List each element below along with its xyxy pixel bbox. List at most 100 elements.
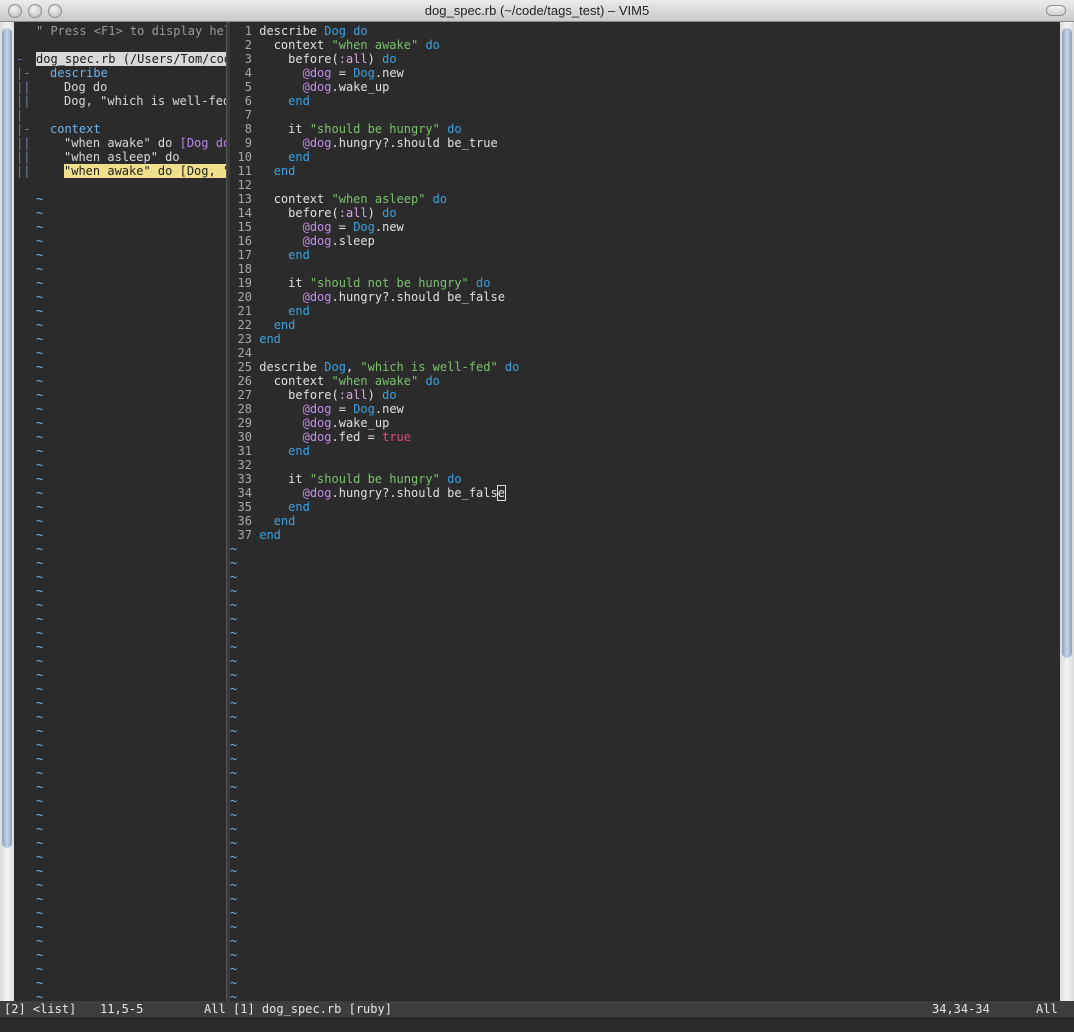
- code-line[interactable]: 9 @dog.hungry?.should be_true: [230, 136, 498, 150]
- code-text: end: [288, 500, 310, 514]
- code-text: end: [288, 150, 310, 164]
- fold-marker: ||: [16, 136, 31, 150]
- code-line[interactable]: 11 end: [230, 164, 296, 178]
- vim-editor[interactable]: " Press <F1> to display hel - dog_spec.r…: [14, 22, 1060, 1008]
- empty-line-tilde: ~: [36, 850, 44, 864]
- empty-line-tilde: ~: [230, 906, 238, 920]
- code-line[interactable]: 1 describe Dog do: [230, 24, 368, 38]
- line-number: 32: [237, 458, 252, 472]
- code-line[interactable]: 33 it "should be hungry" do: [230, 472, 462, 486]
- code-line[interactable]: 14 before(:all) do: [230, 206, 397, 220]
- taglist-selected-tag-item[interactable]: "when awake" do [Dog, ": [64, 164, 226, 178]
- code-line[interactable]: 2 context "when awake" do: [230, 38, 440, 52]
- empty-line-tilde: ~: [230, 654, 238, 668]
- code-line[interactable]: 3 before(:all) do: [230, 52, 397, 66]
- code-line[interactable]: 12: [230, 178, 259, 192]
- empty-line-tilde: ~: [36, 388, 44, 402]
- right-scrollbar-thumb[interactable]: [1062, 28, 1072, 658]
- line-number: 10: [237, 150, 252, 164]
- code-line[interactable]: 35 end: [230, 500, 310, 514]
- code-line[interactable]: 21 end: [230, 304, 310, 318]
- code-line[interactable]: 25 describe Dog, "which is well-fed" do: [230, 360, 520, 374]
- taglist-tag-item[interactable]: Dog, "which is well-fed: [64, 94, 226, 108]
- taglist-tag-item[interactable]: "when awake" do [Dog do: [64, 136, 226, 150]
- right-scrollbar[interactable]: [1060, 22, 1074, 1008]
- fold-marker: ||: [16, 80, 31, 94]
- taglist-file-header[interactable]: dog_spec.rb (/Users/Tom/cod: [36, 52, 226, 66]
- empty-line-tilde: ~: [36, 262, 44, 276]
- line-number: 6: [244, 94, 252, 108]
- taglist-scroll-position: All: [204, 1002, 226, 1016]
- code-line[interactable]: 18: [230, 262, 259, 276]
- code-line[interactable]: 10 end: [230, 150, 310, 164]
- window-title: dog_spec.rb (~/code/tags_test) – VIM5: [424, 3, 650, 18]
- code-text: it "should not be hungry" do: [288, 276, 491, 290]
- code-line[interactable]: 24: [230, 346, 259, 360]
- line-number: 8: [244, 122, 252, 136]
- code-line[interactable]: 6 end: [230, 94, 310, 108]
- code-line[interactable]: 22 end: [230, 318, 296, 332]
- code-line[interactable]: 31 end: [230, 444, 310, 458]
- empty-line-tilde: ~: [36, 290, 44, 304]
- code-line[interactable]: 16 @dog.sleep: [230, 234, 375, 248]
- empty-line-tilde: ~: [36, 472, 44, 486]
- left-scrollbar[interactable]: [0, 22, 14, 1008]
- code-line[interactable]: 30 @dog.fed = true: [230, 430, 411, 444]
- code-line[interactable]: 37 end: [230, 528, 281, 542]
- code-line[interactable]: 15 @dog = Dog.new: [230, 220, 404, 234]
- line-number: 33: [237, 472, 252, 486]
- empty-line-tilde: ~: [230, 864, 238, 878]
- empty-line-tilde: ~: [36, 892, 44, 906]
- empty-line-tilde: ~: [36, 276, 44, 290]
- code-line[interactable]: 34 @dog.hungry?.should be_false: [230, 485, 506, 501]
- code-line[interactable]: 27 before(:all) do: [230, 388, 397, 402]
- code-text: context "when awake" do: [273, 374, 440, 388]
- empty-line-tilde: ~: [36, 514, 44, 528]
- code-line[interactable]: 19 it "should not be hungry" do: [230, 276, 491, 290]
- line-number: 11: [237, 164, 252, 178]
- code-line[interactable]: 17 end: [230, 248, 310, 262]
- empty-line-tilde: ~: [230, 948, 238, 962]
- empty-line-tilde: ~: [36, 556, 44, 570]
- line-number: 26: [237, 374, 252, 388]
- code-line[interactable]: 29 @dog.wake_up: [230, 416, 390, 430]
- empty-line-tilde: ~: [36, 794, 44, 808]
- toolbar-toggle-button[interactable]: [1046, 5, 1066, 16]
- empty-line-tilde: ~: [230, 976, 238, 990]
- code-line[interactable]: 8 it "should be hungry" do: [230, 122, 462, 136]
- left-scrollbar-thumb[interactable]: [2, 28, 12, 848]
- empty-line-tilde: ~: [36, 360, 44, 374]
- empty-line-tilde: ~: [36, 878, 44, 892]
- code-line[interactable]: 4 @dog = Dog.new: [230, 66, 404, 80]
- line-number: 34: [237, 486, 252, 500]
- empty-line-tilde: ~: [36, 976, 44, 990]
- line-number: 12: [237, 178, 252, 192]
- line-number: 36: [237, 514, 252, 528]
- vim-command-line[interactable]: [0, 1017, 1074, 1032]
- empty-line-tilde: ~: [230, 612, 238, 626]
- code-line[interactable]: 5 @dog.wake_up: [230, 80, 390, 94]
- code-line[interactable]: 23 end: [230, 332, 281, 346]
- code-line[interactable]: 20 @dog.hungry?.should be_false: [230, 290, 505, 304]
- code-window[interactable]: 1 describe Dog do 2 context "when awake" …: [230, 22, 1060, 1008]
- empty-line-tilde: ~: [230, 584, 238, 598]
- empty-line-tilde: ~: [36, 584, 44, 598]
- empty-line-tilde: ~: [36, 486, 44, 500]
- empty-line-tilde: ~: [230, 542, 238, 556]
- taglist-tag-item[interactable]: Dog do: [64, 80, 107, 94]
- taglist-window[interactable]: " Press <F1> to display hel - dog_spec.r…: [14, 22, 226, 1008]
- empty-line-tilde: ~: [36, 766, 44, 780]
- empty-line-tilde: ~: [36, 374, 44, 388]
- line-number: 20: [237, 290, 252, 304]
- code-line[interactable]: 13 context "when asleep" do: [230, 192, 448, 206]
- line-number: 3: [244, 52, 252, 66]
- code-line[interactable]: 26 context "when awake" do: [230, 374, 440, 388]
- taglist-tag-item[interactable]: "when asleep" do: [64, 150, 180, 164]
- code-line[interactable]: 32: [230, 458, 259, 472]
- code-line[interactable]: 28 @dog = Dog.new: [230, 402, 404, 416]
- empty-line-tilde: ~: [36, 192, 44, 206]
- code-line[interactable]: 36 end: [230, 514, 296, 528]
- line-number: 7: [244, 108, 252, 122]
- code-line[interactable]: 7: [230, 108, 259, 122]
